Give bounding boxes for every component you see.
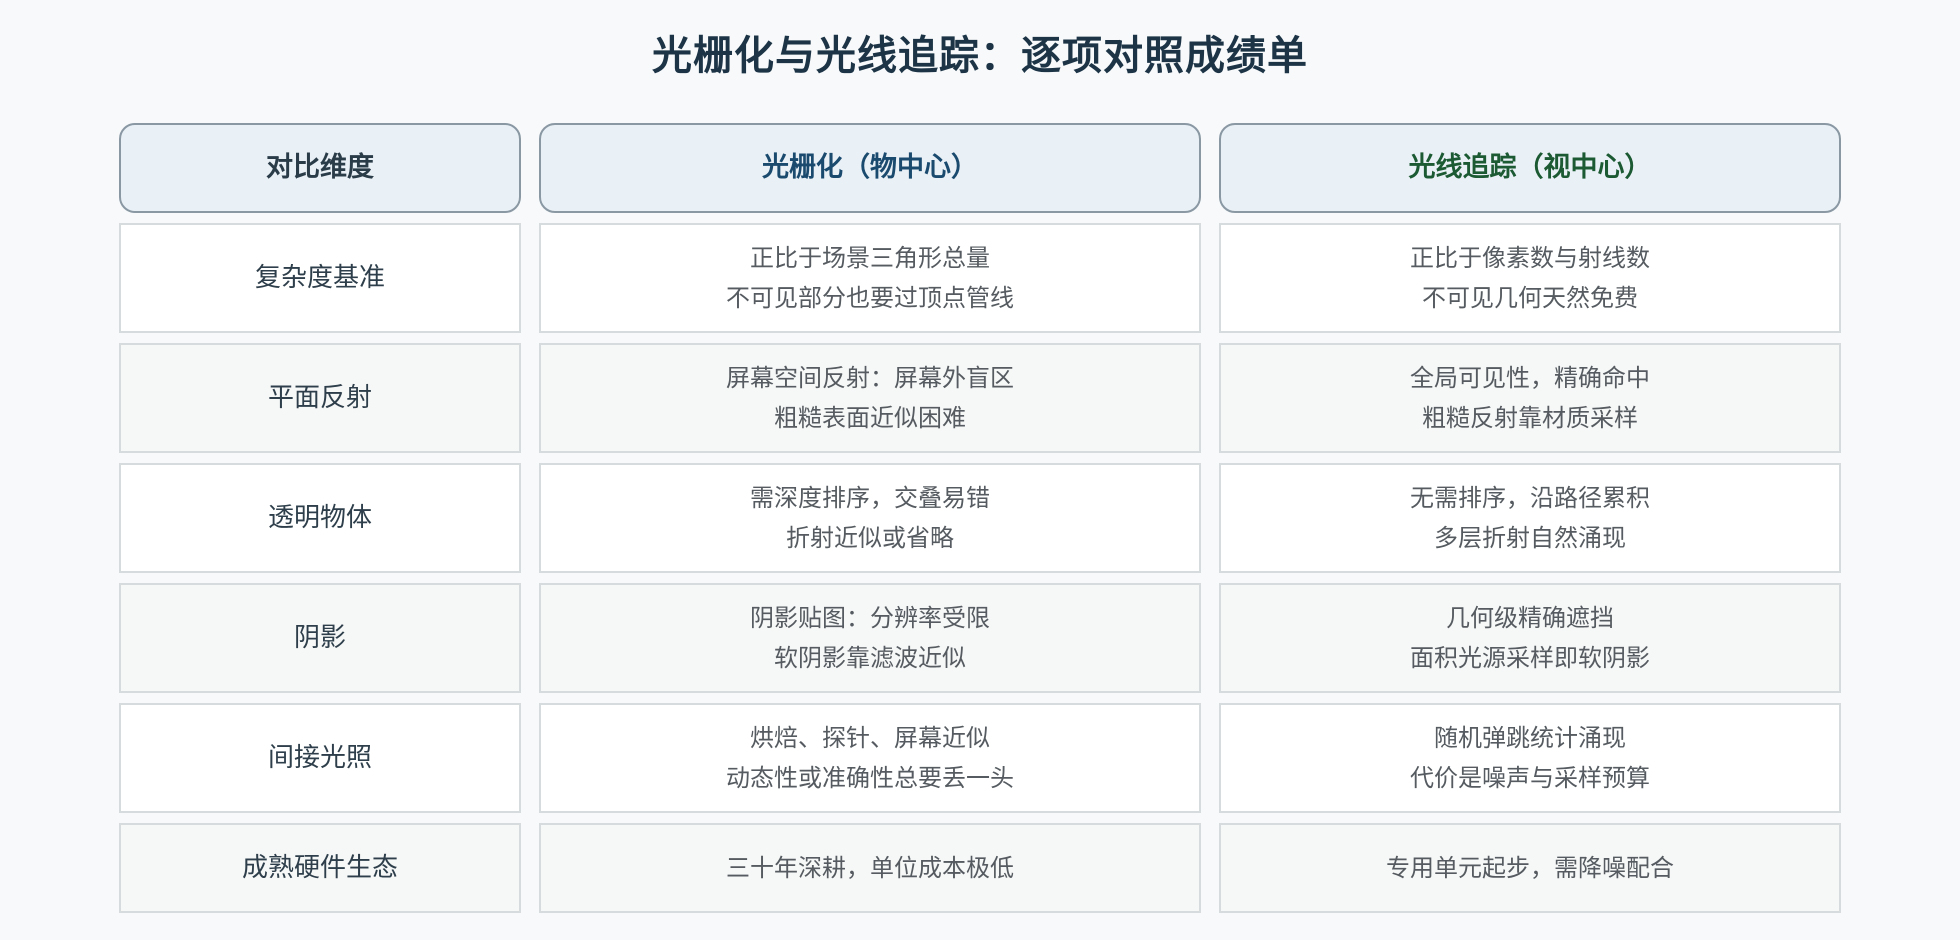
cell-line: 不可见几何天然免费 [1422,284,1638,312]
cell-line: 专用单元起步，需降噪配合 [1386,854,1674,882]
row-dimension-label: 复杂度基准 [119,223,521,333]
ray-tracing-cell: 无需排序，沿路径累积 多层折射自然涌现 [1219,463,1841,573]
cell-line: 全局可见性，精确命中 [1410,364,1650,392]
cell-line: 需深度排序，交叠易错 [750,484,990,512]
rasterization-cell: 屏幕空间反射：屏幕外盲区 粗糙表面近似困难 [539,343,1201,453]
rasterization-cell: 正比于场景三角形总量 不可见部分也要过顶点管线 [539,223,1201,333]
cell-line: 三十年深耕，单位成本极低 [726,854,1014,882]
header-ray-tracing: 光线追踪（视中心） [1219,123,1841,213]
cell-line: 折射近似或省略 [786,524,954,552]
ray-tracing-cell: 正比于像素数与射线数 不可见几何天然免费 [1219,223,1841,333]
header-rasterization: 光栅化（物中心） [539,123,1201,213]
cell-line: 烘焙、探针、屏幕近似 [750,724,990,752]
rasterization-cell: 阴影贴图：分辨率受限 软阴影靠滤波近似 [539,583,1201,693]
cell-line: 无需排序，沿路径累积 [1410,484,1650,512]
ray-tracing-cell: 全局可见性，精确命中 粗糙反射靠材质采样 [1219,343,1841,453]
row-dimension-label: 透明物体 [119,463,521,573]
header-dimension: 对比维度 [119,123,521,213]
rasterization-cell: 烘焙、探针、屏幕近似 动态性或准确性总要丢一头 [539,703,1201,813]
cell-line: 代价是噪声与采样预算 [1410,764,1650,792]
cell-line: 不可见部分也要过顶点管线 [726,284,1014,312]
ray-tracing-cell: 专用单元起步，需降噪配合 [1219,823,1841,913]
cell-line: 随机弹跳统计涌现 [1434,724,1626,752]
row-dimension-label: 成熟硬件生态 [119,823,521,913]
cell-line: 多层折射自然涌现 [1434,524,1626,552]
page-title: 光栅化与光线追踪：逐项对照成绩单 [652,33,1308,79]
cell-line: 粗糙表面近似困难 [774,404,966,432]
cell-line: 面积光源采样即软阴影 [1410,644,1650,672]
row-dimension-label: 间接光照 [119,703,521,813]
rasterization-cell: 需深度排序，交叠易错 折射近似或省略 [539,463,1201,573]
cell-line: 动态性或准确性总要丢一头 [726,764,1014,792]
ray-tracing-cell: 随机弹跳统计涌现 代价是噪声与采样预算 [1219,703,1841,813]
cell-line: 几何级精确遮挡 [1446,604,1614,632]
rasterization-cell: 三十年深耕，单位成本极低 [539,823,1201,913]
row-dimension-label: 平面反射 [119,343,521,453]
cell-line: 粗糙反射靠材质采样 [1422,404,1638,432]
cell-line: 正比于像素数与射线数 [1410,244,1650,272]
cell-line: 正比于场景三角形总量 [750,244,990,272]
cell-line: 屏幕空间反射：屏幕外盲区 [726,364,1014,392]
ray-tracing-cell: 几何级精确遮挡 面积光源采样即软阴影 [1219,583,1841,693]
cell-line: 阴影贴图：分辨率受限 [750,604,990,632]
row-dimension-label: 阴影 [119,583,521,693]
cell-line: 软阴影靠滤波近似 [774,644,966,672]
